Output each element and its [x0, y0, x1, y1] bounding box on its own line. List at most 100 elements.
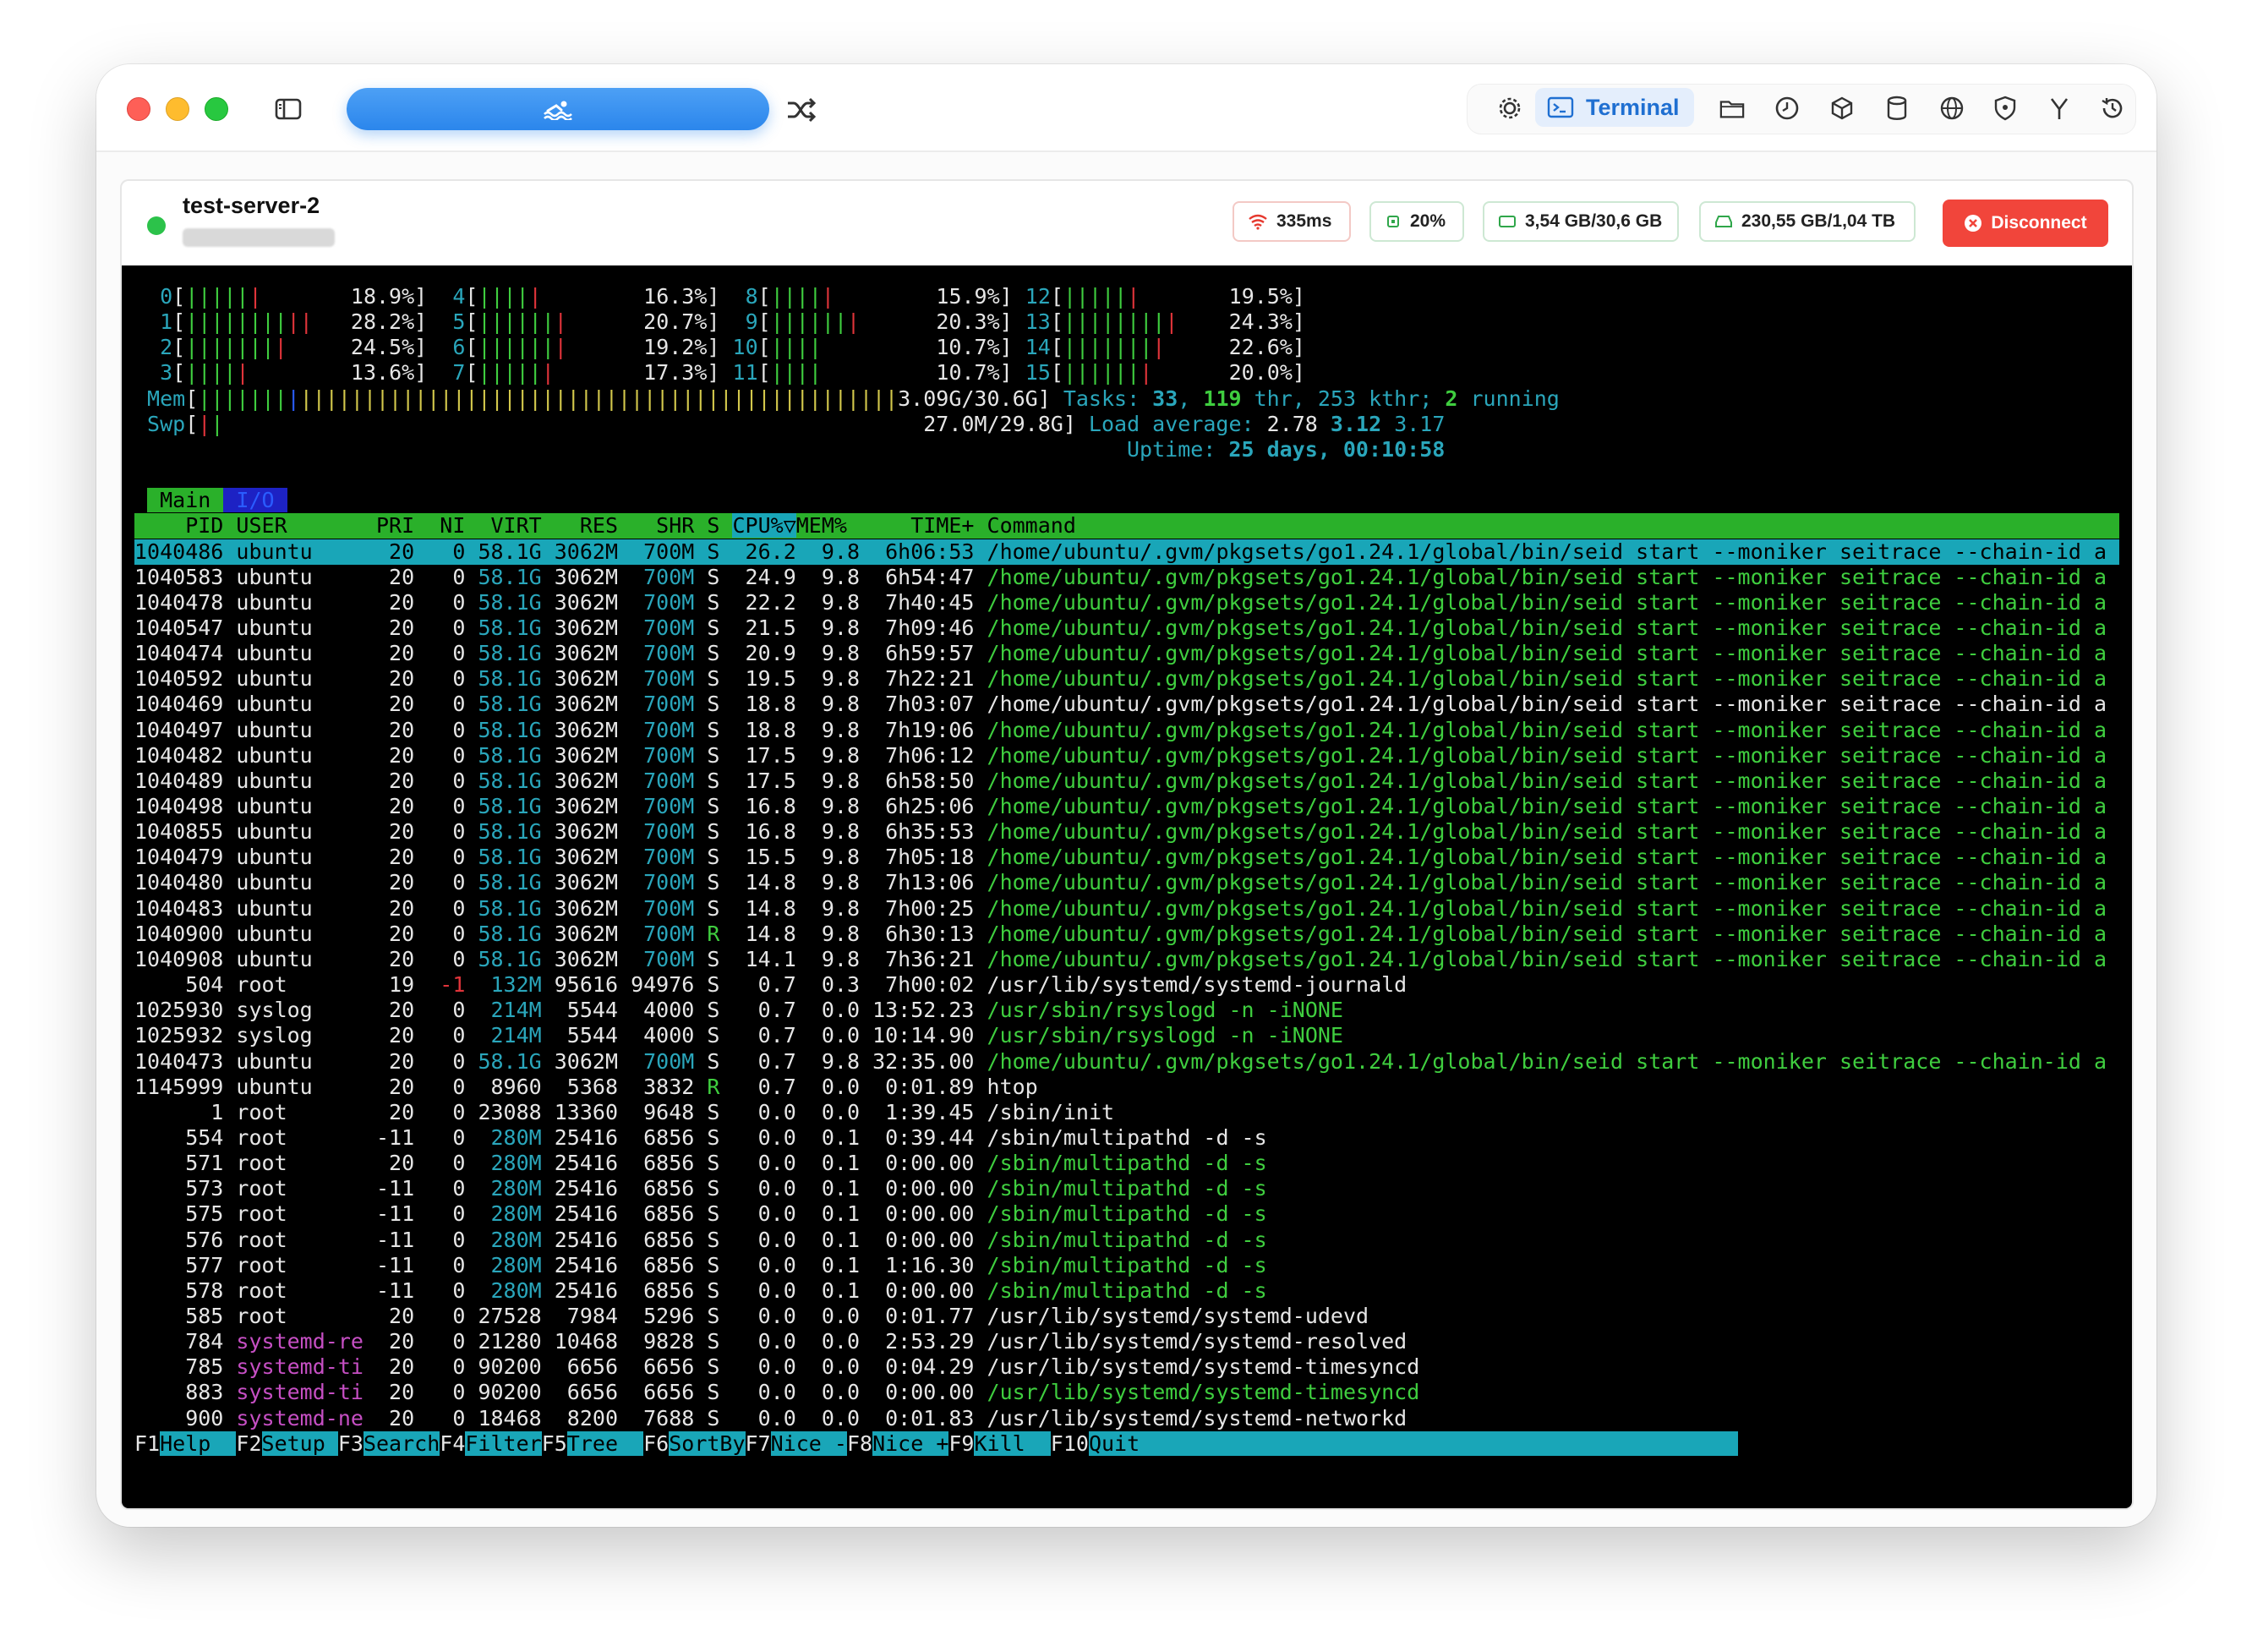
fkey-nice[interactable]: Nice -: [770, 1430, 847, 1456]
process-row[interactable]: 1040483 ubuntu 20 0 58.1G 3062M 700M S 1…: [134, 896, 2119, 922]
process-row[interactable]: 1 root 20 0 23088 13360 9648 S 0.0 0.0 1…: [134, 1100, 2119, 1125]
process-priority: 20: [376, 742, 428, 768]
process-res: 6656: [554, 1354, 631, 1380]
cube-icon[interactable]: [1829, 96, 1855, 121]
col-time[interactable]: TIME+: [872, 513, 987, 538]
process-row[interactable]: 1040478 ubuntu 20 0 58.1G 3062M 700M S 2…: [134, 590, 2119, 615]
fkey-kill[interactable]: Kill: [974, 1430, 1051, 1456]
fkey-search[interactable]: Search: [363, 1430, 440, 1456]
shield-icon[interactable]: [1992, 96, 2018, 121]
process-row[interactable]: 1040900 ubuntu 20 0 58.1G 3062M 700M R 1…: [134, 922, 2119, 947]
fkey-quit[interactable]: Quit: [1088, 1430, 1140, 1456]
process-priority: 20: [376, 946, 428, 971]
cpu-bar-user: ||||||||: [1063, 309, 1166, 335]
process-row[interactable]: 1040498 ubuntu 20 0 58.1G 3062M 700M S 1…: [134, 794, 2119, 819]
col-pri[interactable]: PRI: [376, 513, 427, 538]
sidebar-toggle-button[interactable]: [262, 90, 314, 129]
process-row[interactable]: 504 root 19 -1 132M 95616 94976 S 0.7 0.…: [134, 972, 2119, 998]
fkey-tree[interactable]: Tree: [566, 1430, 644, 1456]
gear-icon[interactable]: [1497, 96, 1522, 121]
process-row[interactable]: 1040592 ubuntu 20 0 58.1G 3062M 700M S 1…: [134, 666, 2119, 692]
shuffle-button[interactable]: [784, 93, 818, 127]
terminal-screen[interactable]: 0[|||||| 18.9%] 4[||||| 16.3%] 8[||||| 1…: [122, 265, 2132, 1508]
process-row[interactable]: 1145999 ubuntu 20 0 8960 5368 3832 R 0.7…: [134, 1075, 2119, 1100]
process-res: 25416: [554, 1277, 631, 1303]
cpu-percent: 13.6%: [350, 360, 415, 386]
process-row[interactable]: 554 root -11 0 280M 25416 6856 S 0.0 0.1…: [134, 1125, 2119, 1151]
col-virt[interactable]: VIRT: [478, 513, 554, 538]
process-row[interactable]: 1040473 ubuntu 20 0 58.1G 3062M 700M S 0…: [134, 1049, 2119, 1075]
col-res[interactable]: RES: [555, 513, 631, 538]
cpu-label: 6: [427, 335, 466, 360]
disconnect-button[interactable]: Disconnect: [1943, 200, 2108, 247]
fkey-help[interactable]: Help: [160, 1430, 237, 1456]
process-command: /home/ubuntu/.gvm/pkgsets/go1.24.1/globa…: [987, 946, 2107, 971]
process-row[interactable]: 1040497 ubuntu 20 0 58.1G 3062M 700M S 1…: [134, 718, 2119, 743]
connection-bar[interactable]: [347, 88, 769, 130]
col-state[interactable]: S: [707, 513, 732, 538]
fork-icon[interactable]: [2047, 96, 2072, 121]
minimize-window-button[interactable]: [166, 97, 189, 121]
fkey-sortby[interactable]: SortBy: [669, 1430, 746, 1456]
cpu-percent: 28.2%: [350, 309, 415, 335]
fkey-nice[interactable]: Nice +: [872, 1430, 949, 1456]
col-command[interactable]: Command: [987, 513, 1076, 538]
tab-main[interactable]: Main: [147, 488, 224, 513]
process-shr: 700M: [631, 1048, 708, 1074]
globe-icon[interactable]: [1939, 96, 1965, 121]
process-row[interactable]: 585 root 20 0 27528 7984 5296 S 0.0 0.0 …: [134, 1304, 2119, 1329]
process-row[interactable]: 1040474 ubuntu 20 0 58.1G 3062M 700M S 2…: [134, 641, 2119, 666]
history-icon[interactable]: [2100, 96, 2125, 121]
process-row[interactable]: 1040482 ubuntu 20 0 58.1G 3062M 700M S 1…: [134, 743, 2119, 769]
process-row[interactable]: 1040855 ubuntu 20 0 58.1G 3062M 700M S 1…: [134, 819, 2119, 845]
process-row[interactable]: 883 systemd-ti 20 0 90200 6656 6656 S 0.…: [134, 1380, 2119, 1405]
folder-icon[interactable]: [1719, 96, 1745, 121]
col-user[interactable]: USER: [236, 513, 376, 538]
process-priority: 20: [376, 768, 428, 793]
col-pid[interactable]: PID: [134, 513, 236, 538]
sep: ,: [1178, 386, 1204, 411]
process-row[interactable]: 1040547 ubuntu 20 0 58.1G 3062M 700M S 2…: [134, 615, 2119, 641]
process-row[interactable]: 1025930 syslog 20 0 214M 5544 4000 S 0.7…: [134, 998, 2119, 1023]
fkey-setup[interactable]: Setup: [261, 1430, 338, 1456]
process-shr: 700M: [631, 539, 708, 564]
process-pid: 900: [134, 1405, 237, 1430]
process-pid: 573: [134, 1176, 237, 1201]
process-row[interactable]: 577 root -11 0 280M 25416 6856 S 0.0 0.1…: [134, 1253, 2119, 1278]
process-row[interactable]: 1040469 ubuntu 20 0 58.1G 3062M 700M S 1…: [134, 692, 2119, 717]
process-row[interactable]: 900 systemd-ne 20 0 18468 8200 7688 S 0.…: [134, 1406, 2119, 1431]
process-row[interactable]: 1040480 ubuntu 20 0 58.1G 3062M 700M S 1…: [134, 870, 2119, 895]
process-row[interactable]: 573 root -11 0 280M 25416 6856 S 0.0 0.1…: [134, 1176, 2119, 1201]
process-cpu: 0.0: [732, 1151, 809, 1176]
zoom-window-button[interactable]: [205, 97, 228, 121]
col-cpu-sorted[interactable]: CPU%▽: [732, 513, 796, 539]
col-ni[interactable]: NI: [427, 513, 478, 538]
close-window-button[interactable]: [127, 97, 150, 121]
tab-io[interactable]: I/O: [223, 488, 287, 513]
process-row[interactable]: 785 systemd-ti 20 0 90200 6656 6656 S 0.…: [134, 1354, 2119, 1380]
process-row[interactable]: 571 root 20 0 280M 25416 6856 S 0.0 0.1 …: [134, 1151, 2119, 1176]
process-row[interactable]: 1040479 ubuntu 20 0 58.1G 3062M 700M S 1…: [134, 845, 2119, 870]
process-row[interactable]: 575 root -11 0 280M 25416 6856 S 0.0 0.1…: [134, 1201, 2119, 1227]
database-icon[interactable]: [1884, 96, 1910, 121]
col-mem[interactable]: MEM%: [796, 513, 872, 538]
tab-terminal[interactable]: Terminal: [1535, 88, 1694, 127]
swap-value: 27.0M/29.8G: [923, 411, 1063, 436]
process-row[interactable]: 784 systemd-re 20 0 21280 10468 9828 S 0…: [134, 1329, 2119, 1354]
fkey-filter[interactable]: Filter: [465, 1430, 542, 1456]
process-pid: 1040497: [134, 717, 237, 742]
process-row[interactable]: 576 root -11 0 280M 25416 6856 S 0.0 0.1…: [134, 1228, 2119, 1253]
process-row[interactable]: 1040486 ubuntu 20 0 58.1G 3062M 700M S 2…: [134, 539, 2119, 565]
col-shr[interactable]: SHR: [631, 513, 707, 538]
process-row[interactable]: 1025932 syslog 20 0 214M 5544 4000 S 0.7…: [134, 1023, 2119, 1048]
cpu-bar-system: |: [1127, 284, 1140, 309]
process-command: /home/ubuntu/.gvm/pkgsets/go1.24.1/globa…: [987, 921, 2107, 946]
process-row[interactable]: 1040908 ubuntu 20 0 58.1G 3062M 700M S 1…: [134, 947, 2119, 972]
process-res: 3062M: [554, 717, 631, 742]
process-row[interactable]: 1040583 ubuntu 20 0 58.1G 3062M 700M S 2…: [134, 565, 2119, 590]
process-virt: 58.1G: [478, 768, 555, 793]
process-row[interactable]: 1040489 ubuntu 20 0 58.1G 3062M 700M S 1…: [134, 769, 2119, 794]
clock-icon[interactable]: [1774, 96, 1800, 121]
process-row[interactable]: 578 root -11 0 280M 25416 6856 S 0.0 0.1…: [134, 1278, 2119, 1304]
